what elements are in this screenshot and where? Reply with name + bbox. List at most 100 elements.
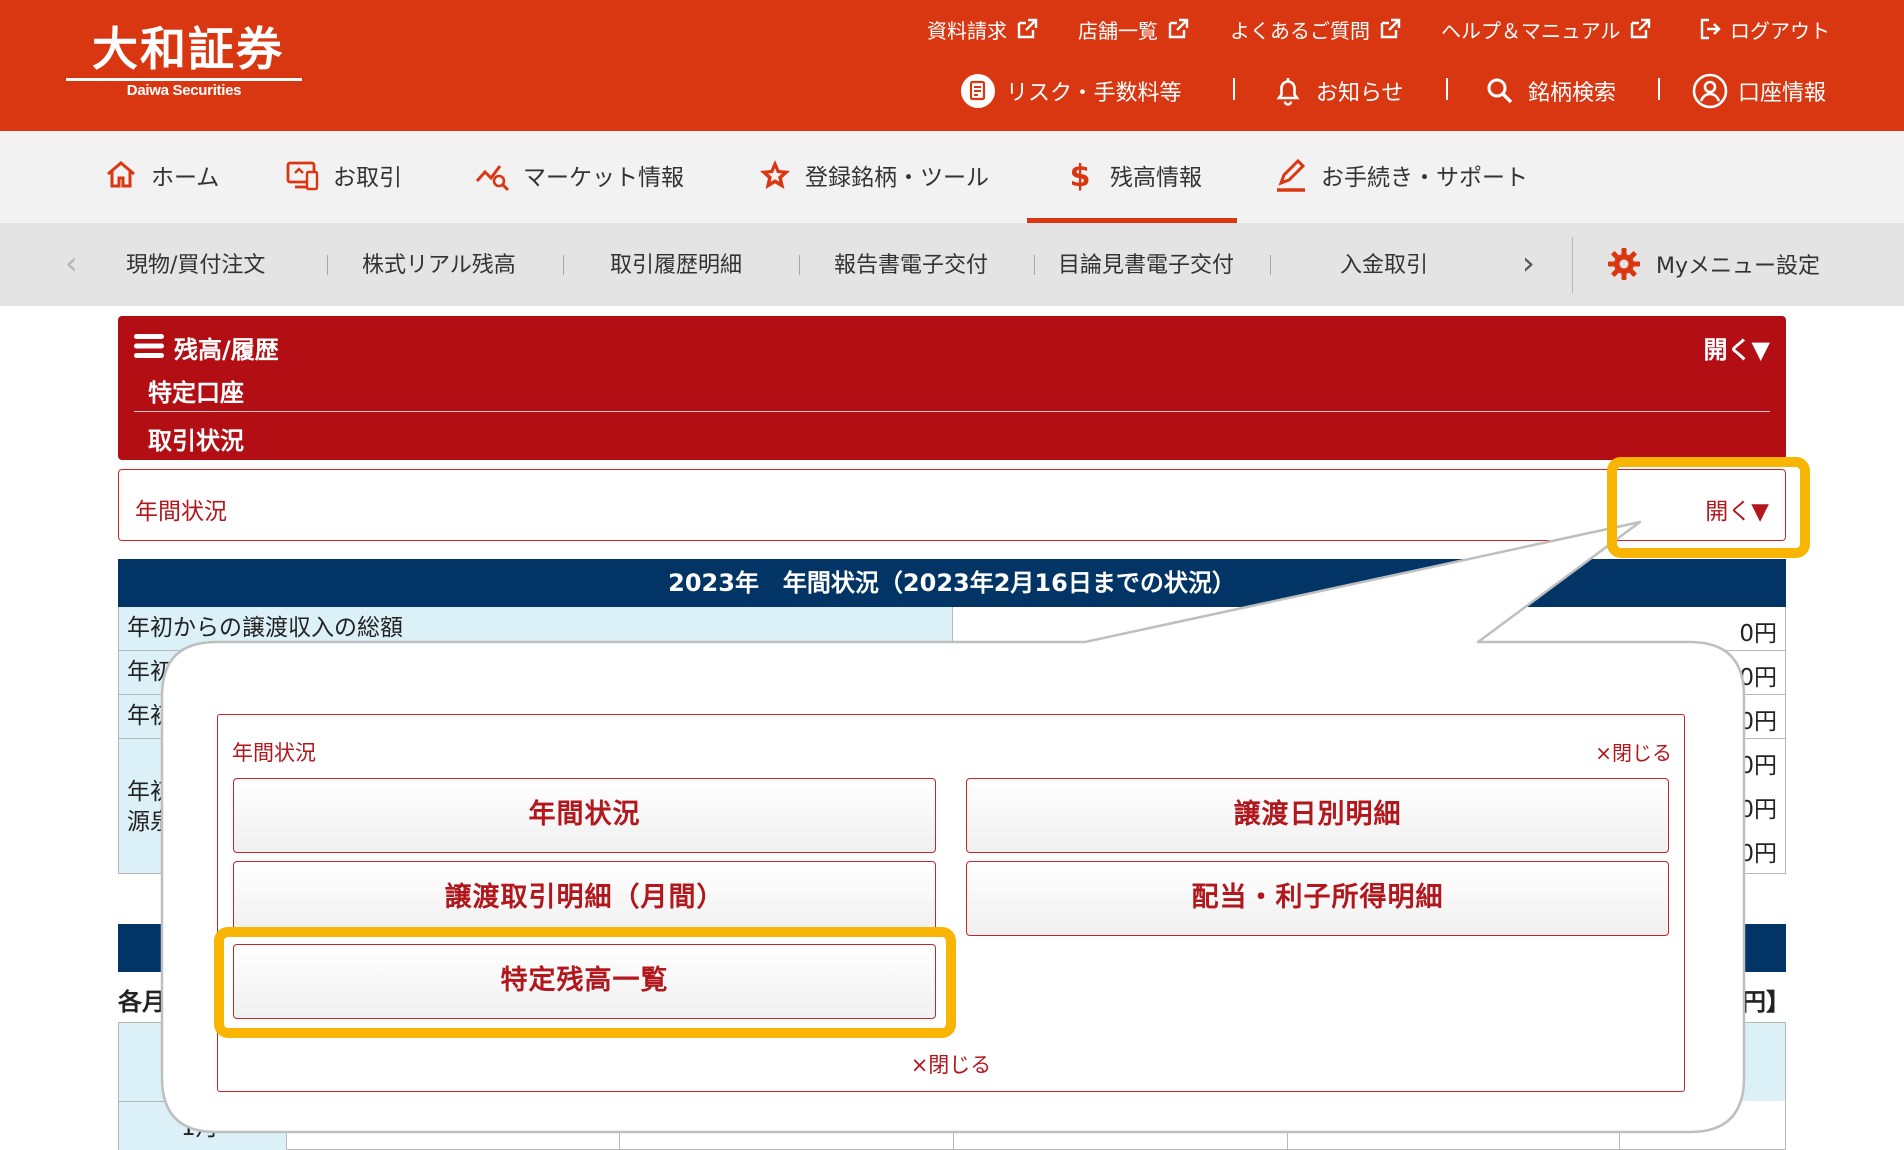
subnav-separator [327,255,328,275]
section-title: 残高/履歴 [174,336,279,364]
toplink-label: ヘルプ＆マニュアル [1441,18,1621,43]
dollar-icon: $ [1070,159,1091,193]
annual-status-popup: 年間状況 ×閉じる 年間状況 譲渡日別明細 譲渡取引明細（月間） 配当・利子所得… [217,714,1685,1092]
subnav-item-spot-order[interactable]: 現物/買付注文 [126,247,265,279]
table-row: 年初からの譲渡収入の総額 0円 [118,607,1786,651]
table-row: 年初 0円 [118,651,1786,695]
subnav-item-trade-history[interactable]: 取引履歴明細 [610,247,742,279]
logout-link[interactable]: ログアウト [1698,14,1830,44]
column-divider [953,1101,954,1150]
nav-market-info[interactable]: マーケット情報 [475,151,684,199]
row-label: 年初 [119,651,953,694]
subnav-separator [1270,255,1271,275]
toplink-document-request[interactable]: 資料請求 [927,14,1039,44]
toplink-label: 店舗一覧 [1078,18,1158,43]
section-specific-account[interactable]: 特定口座 [148,373,244,408]
logo-english: Daiwa Securities [126,82,242,99]
daiwa-logo[interactable]: 大和証券 Daiwa Securities [66,18,304,102]
chart-search-icon [475,165,510,192]
my-menu-label: Myメニュー設定 [1656,254,1821,279]
account-info-link[interactable]: 口座情報 [1692,72,1826,110]
annual-status-bar[interactable]: 年間状況 開く▼ [118,469,1786,541]
my-menu-settings[interactable]: Myメニュー設定 [1606,243,1820,285]
stock-search-label: 銘柄検索 [1528,81,1617,106]
external-link-icon [1017,18,1038,39]
toplink-faq[interactable]: よくあるご質問 [1230,14,1402,44]
subnav-separator [799,255,800,275]
annual-open-toggle[interactable]: 開く▼ [1705,492,1769,526]
hamburger-menu-icon[interactable] [134,334,164,358]
pen-icon [1277,158,1306,192]
top-header: 大和証券 Daiwa Securities 資料請求 店舗一覧 よくあるご質問 … [0,0,1904,131]
gear-icon [1608,248,1640,280]
home-icon [107,161,135,188]
nav-trade[interactable]: お取引 [285,151,402,199]
nav-home[interactable]: ホーム [103,151,219,199]
nav-balance-info[interactable]: $ 残高情報 [1062,151,1202,199]
nav-label: マーケット情報 [523,165,684,191]
bell-icon [1276,78,1300,106]
search-icon [1487,78,1513,104]
transfer-date-detail-button[interactable]: 譲渡日別明細 [966,778,1669,853]
popup-close-top[interactable]: ×閉じる [1595,737,1672,766]
unit-label: 円】 [1742,988,1790,1016]
subnav-next-arrow[interactable]: › [1522,243,1535,283]
main-nav: ホーム お取引 マーケット情報 登録銘柄・ツール $ 残高情報 お手続き・サポー… [0,131,1904,223]
column-divider [1287,1101,1288,1150]
external-link-icon [1380,18,1401,39]
specific-balance-list-button[interactable]: 特定残高一覧 [233,944,936,1019]
balance-history-section: 残高/履歴 開く▼ 特定口座 取引状況 [118,316,1786,460]
month-cell: 1月 [119,1101,287,1150]
section-open-toggle[interactable]: 開く▼ [1704,330,1770,365]
trade-terminal-icon [286,161,319,191]
logout-icon [1700,18,1721,40]
row-value: 0円 [1739,797,1777,823]
external-link-icon [1168,18,1189,39]
column-divider [1619,1101,1620,1150]
subnav-item-report-delivery[interactable]: 報告書電子交付 [834,247,988,279]
annual-status-label: 年間状況 [135,499,227,525]
document-icon [961,74,995,108]
monthly-label: 各月 [118,988,166,1016]
risk-fees-link[interactable]: リスク・手数料等 [960,72,1182,110]
subnav-item-real-balance[interactable]: 株式リアル残高 [362,247,516,279]
nav-label: 登録銘柄・ツール [805,165,989,191]
logout-label: ログアウト [1730,18,1830,43]
subnav-item-deposit[interactable]: 入金取引 [1340,247,1428,279]
toplink-help-manual[interactable]: ヘルプ＆マニュアル [1441,14,1652,44]
news-label: お知らせ [1316,81,1404,106]
row-value: 0円 [1739,841,1777,867]
row-value: 0円 [1739,753,1777,779]
row-value: 0円 [1739,665,1777,691]
annual-status-button[interactable]: 年間状況 [233,778,936,853]
news-link[interactable]: お知らせ [1270,72,1404,110]
annual-table-title: 2023年 年間状況（2023年2月16日までの状況） [118,559,1786,607]
nav-procedures-support[interactable]: お手続き・サポート [1273,151,1528,199]
util-separator [1658,78,1660,100]
toplink-store-list[interactable]: 店舗一覧 [1078,14,1190,44]
dividend-interest-detail-button[interactable]: 配当・利子所得明細 [966,861,1669,936]
popup-close-bottom[interactable]: ×閉じる [218,1049,1684,1079]
subnav-separator [1034,255,1035,275]
toplink-label: よくあるご質問 [1230,18,1370,43]
month-label: 1月 [181,1115,219,1141]
stock-search-link[interactable]: 銘柄検索 [1482,72,1616,110]
nav-registered-tools[interactable]: 登録銘柄・ツール [757,151,989,199]
subnav-divider [1572,237,1573,293]
section-trade-status[interactable]: 取引状況 [148,421,244,456]
transfer-trade-monthly-button[interactable]: 譲渡取引明細（月間） [233,861,936,936]
util-separator [1446,78,1448,100]
row-value: 0円 [1739,709,1777,735]
subnav-item-prospectus-delivery[interactable]: 目論見書電子交付 [1058,247,1234,279]
subnav-separator [563,255,564,275]
logo-underline [66,78,302,81]
account-info-label: 口座情報 [1738,81,1827,106]
svg-text:$: $ [1070,159,1091,193]
subnav-prev-arrow[interactable]: ‹ [65,243,78,283]
external-link-icon [1631,18,1651,39]
logo-japanese: 大和証券 [92,22,284,76]
nav-label: 残高情報 [1110,165,1202,191]
nav-label: ホーム [151,165,220,191]
toplink-label: 資料請求 [927,18,1007,43]
nav-label: お取引 [333,165,402,191]
